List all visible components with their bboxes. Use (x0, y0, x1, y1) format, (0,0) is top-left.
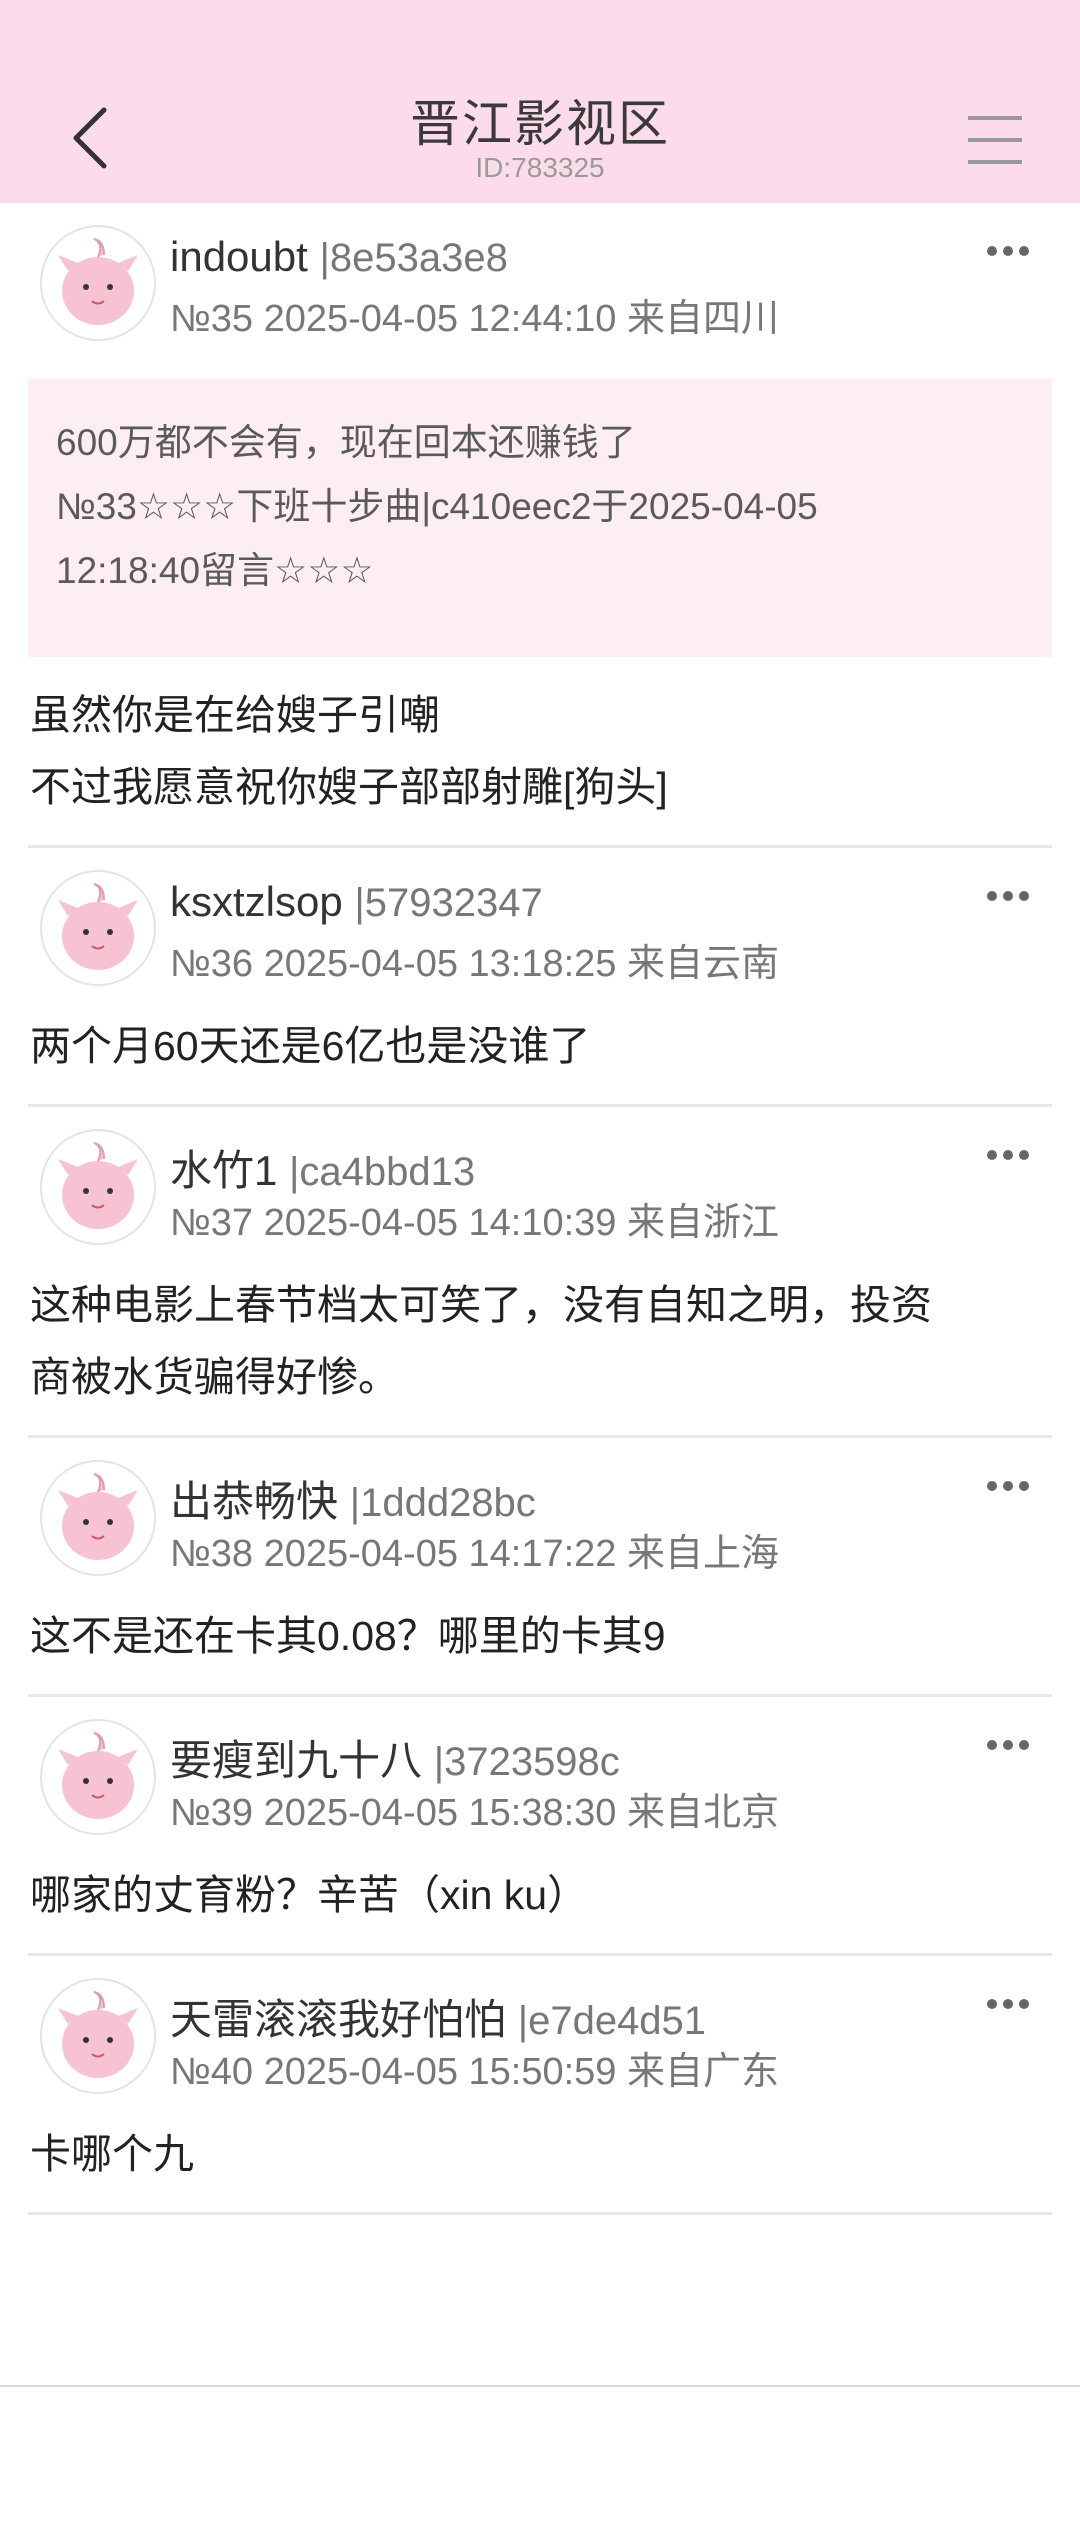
post-item: ksxtzlsop |57932347 №36 2025-04-05 13:18… (28, 848, 1052, 1107)
author-hash: |1ddd28bc (349, 1481, 536, 1525)
post-body-line: 两个月60天还是6亿也是没谁了 (30, 1023, 591, 1069)
post-body-line: 商被水货骗得好惨。 (30, 1354, 399, 1400)
post-header: 水竹1 |ca4bbd13 №37 2025-04-05 14:10:39 来自… (28, 1107, 1052, 1247)
post-header: 出恭畅快 |1ddd28bc №38 2025-04-05 14:17:22 来… (28, 1438, 1052, 1578)
post-meta: №37 2025-04-05 14:10:39 来自浙江 (170, 1202, 780, 1244)
bottom-bar (0, 2385, 1080, 2522)
page-title: 晋江影视区 (410, 96, 670, 152)
avatar[interactable] (40, 1460, 156, 1576)
author-hash: |ca4bbd13 (289, 1150, 476, 1194)
board-id: ID:783325 (475, 152, 605, 183)
author-name[interactable]: indoubt (170, 233, 308, 280)
hamburger-menu-icon (968, 116, 1022, 164)
author-line: ksxtzlsop |57932347 (170, 878, 543, 926)
post-meta: №40 2025-04-05 15:50:59 来自广东 (170, 2051, 780, 2093)
post-item: 要瘦到九十八 |3723598c №39 2025-04-05 15:38:30… (28, 1697, 1052, 1956)
menu-button[interactable] (960, 110, 1030, 170)
pink-creature-avatar-icon (58, 1142, 138, 1229)
post-meta: №36 2025-04-05 13:18:25 来自云南 (170, 943, 780, 985)
avatar[interactable] (40, 1719, 156, 1835)
pink-creature-avatar-icon (58, 883, 138, 970)
pink-creature-avatar-icon (58, 1473, 138, 1560)
post-item: indoubt |8e53a3e8 №35 2025-04-05 12:44:1… (28, 203, 1052, 848)
post-body: 哪家的丈育粉？辛苦（xin ku） (28, 1837, 1052, 1953)
post-body-line: 这种电影上春节档太可笑了，没有自知之明，投资 (30, 1282, 932, 1328)
author-name[interactable]: 出恭畅快 (170, 1478, 338, 1525)
author-name[interactable]: 天雷滚滚我好怕怕 (170, 1996, 506, 2043)
post-meta: №35 2025-04-05 12:44:10 来自四川 (170, 298, 780, 340)
more-button[interactable] (984, 1145, 1032, 1165)
post-body: 这种电影上春节档太可笑了，没有自知之明，投资 商被水货骗得好惨。 (28, 1247, 1052, 1435)
post-item: 天雷滚滚我好怕怕 |e7de4d51 №40 2025-04-05 15:50:… (28, 1956, 1052, 2215)
quote-line: 600万都不会有，现在回本还赚钱了 (56, 422, 636, 463)
author-hash: |e7de4d51 (517, 1999, 707, 2043)
more-button[interactable] (984, 1994, 1032, 2014)
quote-line: №33☆☆☆下班十步曲|c410eec2于2025-04-05 (56, 486, 818, 527)
author-line: indoubt |8e53a3e8 (170, 233, 508, 281)
post-list: indoubt |8e53a3e8 №35 2025-04-05 12:44:1… (0, 203, 1080, 2215)
post-body-line: 虽然你是在给嫂子引嘲 (30, 692, 440, 738)
more-button[interactable] (984, 1735, 1032, 1755)
post-header: indoubt |8e53a3e8 №35 2025-04-05 12:44:1… (28, 203, 1052, 359)
author-name[interactable]: 要瘦到九十八 (170, 1737, 422, 1784)
author-line: 出恭畅快 |1ddd28bc (170, 1468, 536, 1529)
pink-creature-avatar-icon (58, 238, 138, 325)
more-dots-icon (987, 891, 1029, 901)
post-body-line: 不过我愿意祝你嫂子部部射雕[狗头] (30, 764, 668, 810)
post-body: 虽然你是在给嫂子引嘲 不过我愿意祝你嫂子部部射雕[狗头] (28, 657, 1052, 845)
author-line: 水竹1 |ca4bbd13 (170, 1137, 475, 1198)
post-meta: №38 2025-04-05 14:17:22 来自上海 (170, 1533, 780, 1575)
author-hash: |3723598c (433, 1740, 620, 1784)
avatar[interactable] (40, 1129, 156, 1245)
post-header: 天雷滚滚我好怕怕 |e7de4d51 №40 2025-04-05 15:50:… (28, 1956, 1052, 2096)
author-line: 天雷滚滚我好怕怕 |e7de4d51 (170, 1986, 706, 2047)
author-line: 要瘦到九十八 |3723598c (170, 1727, 620, 1788)
pink-creature-avatar-icon (58, 1732, 138, 1819)
more-dots-icon (987, 1481, 1029, 1491)
avatar[interactable] (40, 225, 156, 341)
post-header: ksxtzlsop |57932347 №36 2025-04-05 13:18… (28, 848, 1052, 988)
author-name[interactable]: 水竹1 (170, 1147, 277, 1194)
post-header: 要瘦到九十八 |3723598c №39 2025-04-05 15:38:30… (28, 1697, 1052, 1837)
more-dots-icon (987, 1740, 1029, 1750)
avatar[interactable] (40, 870, 156, 986)
top-header: 晋江影视区 ID:783325 (0, 0, 1080, 203)
more-button[interactable] (984, 886, 1032, 906)
post-body: 两个月60天还是6亿也是没谁了 (28, 988, 1052, 1104)
avatar[interactable] (40, 1978, 156, 2094)
pink-creature-avatar-icon (58, 1991, 138, 2078)
quoted-reply: 600万都不会有，现在回本还赚钱了 №33☆☆☆下班十步曲|c410eec2于2… (28, 379, 1052, 657)
author-hash: |8e53a3e8 (319, 236, 508, 280)
post-body: 卡哪个九 (28, 2096, 1052, 2212)
author-name[interactable]: ksxtzlsop (170, 878, 343, 925)
post-item: 水竹1 |ca4bbd13 №37 2025-04-05 14:10:39 来自… (28, 1107, 1052, 1438)
more-dots-icon (987, 246, 1029, 256)
post-meta: №39 2025-04-05 15:38:30 来自北京 (170, 1792, 780, 1834)
more-dots-icon (987, 1999, 1029, 2009)
more-button[interactable] (984, 1476, 1032, 1496)
post-item: 出恭畅快 |1ddd28bc №38 2025-04-05 14:17:22 来… (28, 1438, 1052, 1697)
author-hash: |57932347 (354, 881, 543, 925)
more-dots-icon (987, 1150, 1029, 1160)
post-body-line: 卡哪个九 (30, 2131, 194, 2177)
quote-line: 12:18:40留言☆☆☆ (56, 550, 374, 591)
post-body: 这不是还在卡其0.08？哪里的卡其9 (28, 1578, 1052, 1694)
post-body-line: 哪家的丈育粉？辛苦（xin ku） (30, 1872, 589, 1918)
post-body-line: 这不是还在卡其0.08？哪里的卡其9 (30, 1613, 666, 1659)
more-button[interactable] (984, 241, 1032, 261)
